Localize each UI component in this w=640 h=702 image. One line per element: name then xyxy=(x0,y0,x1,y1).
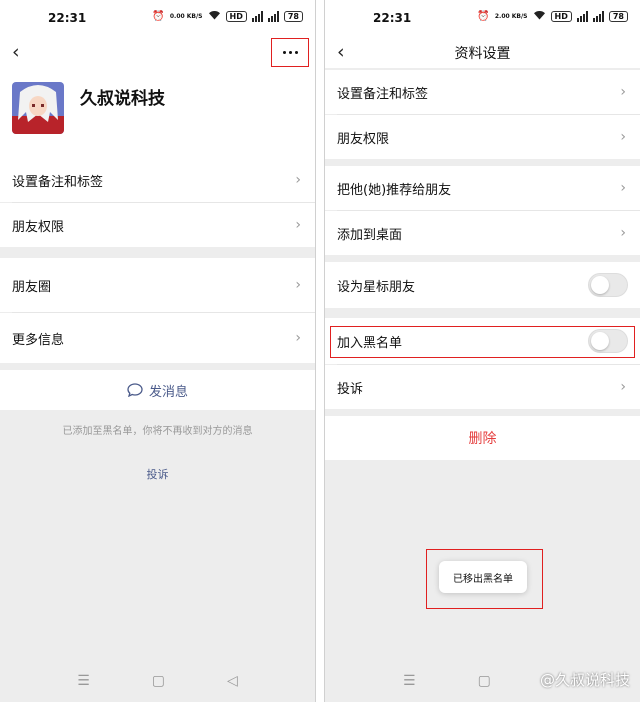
chevron-right-icon: › xyxy=(620,180,626,196)
system-nav-bar: ☰ ▢ ◁ xyxy=(0,660,315,702)
status-time: 22:31 xyxy=(373,11,412,25)
alarm-icon: ⏰ xyxy=(152,11,165,22)
dot-icon xyxy=(288,51,292,54)
signal-icon-2 xyxy=(592,11,604,22)
row-add-to-desktop[interactable]: 添加到桌面 › xyxy=(325,211,640,255)
row-label: 添加到桌面 xyxy=(337,227,403,243)
row-label: 朋友圈 xyxy=(12,279,52,295)
row-label: 设为星标朋友 xyxy=(337,279,416,295)
wifi-icon xyxy=(208,10,221,23)
row-label: 投诉 xyxy=(337,381,364,397)
signal-icon xyxy=(576,11,588,22)
back-icon[interactable]: ‹ xyxy=(12,41,20,63)
chat-bubble-icon xyxy=(127,383,143,397)
menu-icon[interactable]: ☰ xyxy=(403,673,416,689)
row-remark-tags[interactable]: 设置备注和标签 › xyxy=(0,158,315,202)
delete-button[interactable]: 删除 xyxy=(325,416,640,460)
blacklist-hint: 已添加至黑名单，你将不再收到对方的消息 xyxy=(62,426,253,437)
network-speed: 2.00 KB/S xyxy=(494,12,528,20)
chevron-right-icon: › xyxy=(295,172,301,188)
row-moments[interactable]: 朋友圈 › xyxy=(0,258,315,312)
chevron-right-icon: › xyxy=(295,330,301,346)
row-label: 把他(她)推荐给朋友 xyxy=(337,182,452,198)
battery-icon: 78 xyxy=(283,11,303,22)
row-label: 设置备注和标签 xyxy=(12,174,104,190)
hd-badge: HD xyxy=(550,11,572,22)
row-label: 更多信息 xyxy=(12,332,65,348)
dot-icon xyxy=(294,51,298,54)
row-recommend-friend[interactable]: 把他(她)推荐给朋友 › xyxy=(325,166,640,210)
home-icon[interactable]: ▢ xyxy=(478,673,491,689)
alarm-icon: ⏰ xyxy=(477,11,490,22)
page-title: 资料设置 xyxy=(454,46,511,62)
row-label: 设置备注和标签 xyxy=(337,86,429,102)
status-time: 22:31 xyxy=(48,11,87,25)
wifi-icon xyxy=(533,10,546,23)
profile-name: 久叔说科技 xyxy=(80,89,165,109)
battery-icon: 78 xyxy=(608,11,628,22)
home-icon[interactable]: ▢ xyxy=(152,673,165,689)
send-message-button[interactable]: 发消息 xyxy=(0,370,315,410)
nav-bar: ‹ 资料设置 xyxy=(325,38,640,68)
back-nav-icon[interactable]: ◁ xyxy=(227,673,238,689)
signal-icon-2 xyxy=(267,11,279,22)
row-star-friend: 设为星标朋友 xyxy=(325,262,640,308)
row-more-info[interactable]: 更多信息 › xyxy=(0,313,315,363)
avatar[interactable] xyxy=(12,82,64,134)
star-friend-toggle[interactable] xyxy=(588,273,628,297)
network-speed: 0.00 KB/S xyxy=(169,12,203,20)
signal-icon xyxy=(251,11,263,22)
row-label: 朋友权限 xyxy=(12,219,65,235)
menu-icon[interactable]: ☰ xyxy=(77,673,90,689)
chevron-right-icon: › xyxy=(620,129,626,145)
chevron-right-icon: › xyxy=(620,379,626,395)
status-bar: 22:31 ⏰ 2.00 KB/S HD 78 xyxy=(325,0,640,38)
nav-bar: ‹ xyxy=(0,38,315,68)
chevron-right-icon: › xyxy=(620,84,626,100)
watermark: @久叔说科技 xyxy=(539,671,630,689)
hd-badge: HD xyxy=(225,11,247,22)
row-remark-tags[interactable]: 设置备注和标签 › xyxy=(325,70,640,114)
dot-icon xyxy=(282,51,286,54)
row-label: 加入黑名单 xyxy=(337,335,403,351)
left-screen: 22:31 ⏰ 0.00 KB/S HD 78 ‹ 久叔说科技 设置备注和标签 … xyxy=(0,0,316,702)
complain-link[interactable]: 投诉 xyxy=(0,466,315,482)
row-complain[interactable]: 投诉 › xyxy=(325,365,640,409)
status-bar: 22:31 ⏰ 0.00 KB/S HD 78 xyxy=(0,0,315,38)
more-options-button[interactable] xyxy=(271,38,309,67)
row-label: 朋友权限 xyxy=(337,131,390,147)
row-friend-permissions[interactable]: 朋友权限 › xyxy=(325,115,640,159)
row-blacklist: 加入黑名单 xyxy=(325,318,640,364)
row-friend-permissions[interactable]: 朋友权限 › xyxy=(0,203,315,247)
chevron-right-icon: › xyxy=(295,277,301,293)
right-screen: 22:31 ⏰ 2.00 KB/S HD 78 ‹ 资料设置 设置备注和标签 ›… xyxy=(324,0,640,702)
blacklist-toggle[interactable] xyxy=(588,329,628,353)
chevron-right-icon: › xyxy=(620,225,626,241)
toast-message: 已移出黑名单 xyxy=(439,561,527,593)
chevron-right-icon: › xyxy=(295,217,301,233)
